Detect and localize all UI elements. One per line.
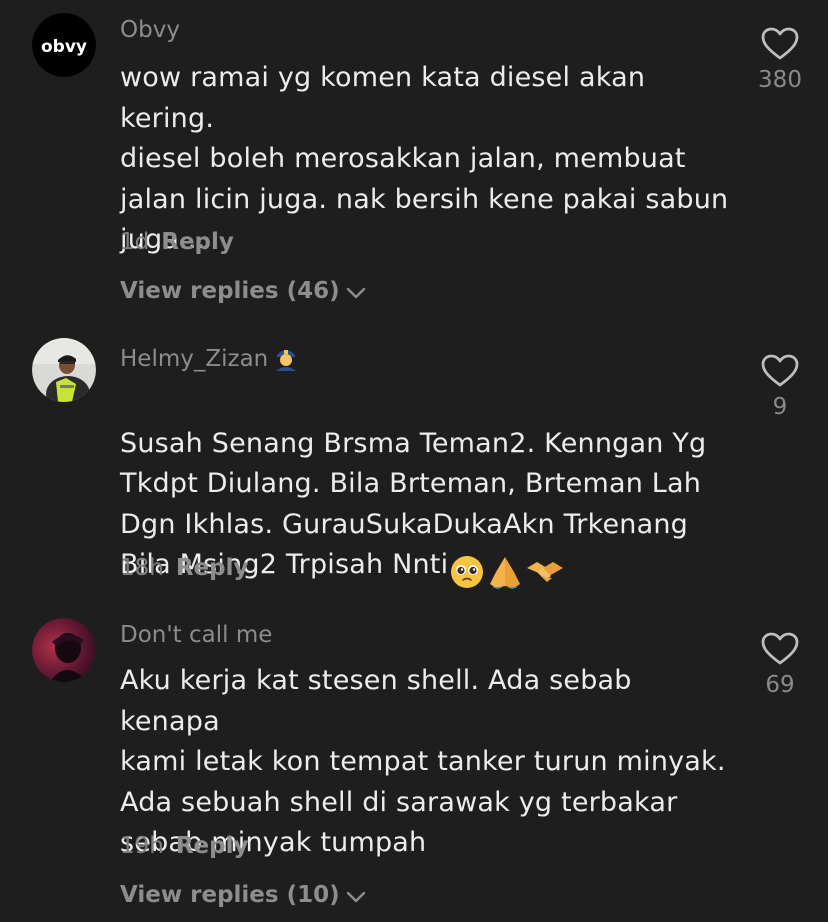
avatar[interactable] <box>32 618 96 682</box>
pleading-face-icon <box>451 555 484 588</box>
reply-button[interactable]: Reply <box>161 229 234 255</box>
view-replies-label: View replies (46) <box>120 278 340 304</box>
comment-time: 19h <box>120 833 164 859</box>
comment-username[interactable]: Obvy <box>120 16 180 44</box>
police-officer-icon <box>272 343 300 378</box>
reply-button[interactable]: Reply <box>176 833 249 859</box>
comment-username[interactable]: Don't call me <box>120 621 272 649</box>
heart-icon <box>761 632 799 665</box>
heart-icon <box>761 27 799 60</box>
view-replies-button[interactable]: View replies (10) <box>120 881 366 909</box>
handshake-icon <box>527 561 564 582</box>
folded-hands-icon <box>490 556 521 589</box>
comment-time: 1d <box>120 229 150 255</box>
avatar[interactable]: obvy <box>32 13 96 77</box>
like-count: 380 <box>758 67 802 93</box>
chevron-down-icon <box>346 891 365 903</box>
like-count: 69 <box>765 672 795 698</box>
like-button[interactable]: 69 <box>746 632 814 698</box>
chevron-down-icon <box>346 287 365 299</box>
like-button[interactable]: 380 <box>746 27 814 93</box>
username-label: Helmy_Zizan <box>120 346 269 372</box>
view-replies-button[interactable]: View replies (46) <box>120 277 366 305</box>
comment-meta: 18h Reply <box>120 554 249 582</box>
comment-time: 18h <box>120 555 164 581</box>
comment-meta: 19h Reply <box>120 832 249 860</box>
like-button[interactable]: 9 <box>746 354 814 420</box>
comment-username[interactable]: Helmy_Zizan <box>120 343 300 378</box>
avatar-logo-text: obvy <box>41 37 87 57</box>
comment-meta: 1d Reply <box>120 228 234 256</box>
heart-icon <box>761 354 799 387</box>
view-replies-label: View replies (10) <box>120 882 340 908</box>
emoji-row <box>448 551 565 592</box>
like-count: 9 <box>772 394 788 420</box>
avatar[interactable] <box>32 338 96 402</box>
reply-button[interactable]: Reply <box>176 555 249 581</box>
